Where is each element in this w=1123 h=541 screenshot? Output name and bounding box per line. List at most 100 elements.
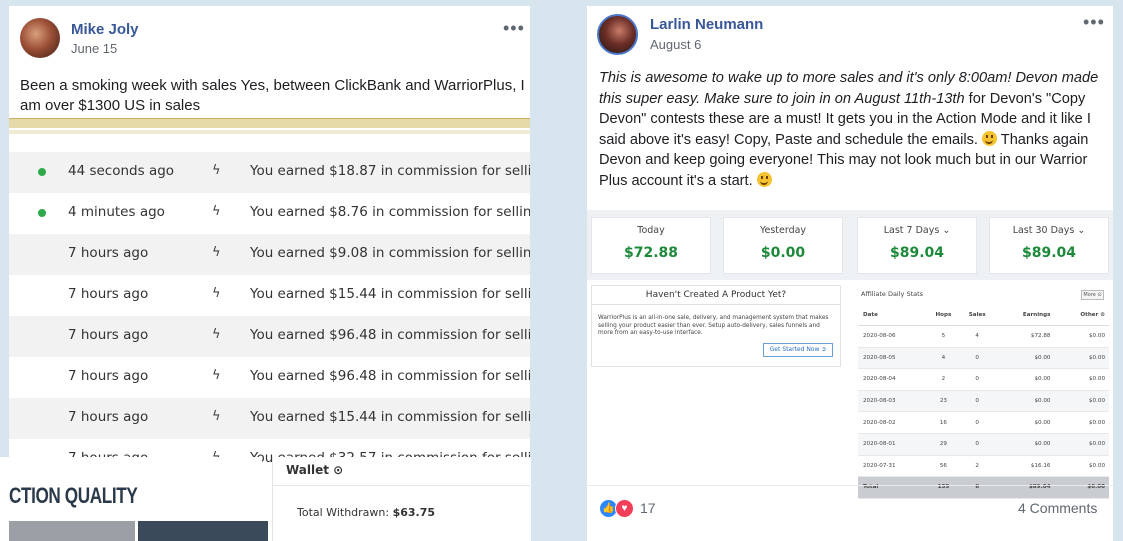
commission-text: You earned $15.44 in commission for sell… bbox=[250, 409, 530, 425]
lightning-icon: ϟ bbox=[212, 368, 221, 383]
stat-yesterday-value: $0.00 bbox=[760, 245, 806, 261]
table-cell-other: $0.00 bbox=[1054, 347, 1109, 370]
create-product-divider bbox=[591, 304, 841, 305]
table-cell-date: 2020-08-04 bbox=[858, 368, 928, 391]
table-cell-date: 2020-08-06 bbox=[858, 325, 928, 348]
table-header-hops: Hops bbox=[927, 304, 960, 326]
online-status-dot-icon bbox=[38, 209, 46, 217]
lightning-icon: ϟ bbox=[212, 409, 221, 424]
table-cell-hops: 56 bbox=[927, 455, 960, 478]
vendor-tab-button[interactable] bbox=[9, 521, 135, 541]
commission-time: 7 hours ago bbox=[68, 409, 149, 425]
smile-emoji-icon bbox=[756, 171, 772, 187]
commission-time: 44 seconds ago bbox=[68, 163, 175, 179]
stat-today-label: Today bbox=[637, 225, 665, 236]
commission-row: 4 minutes ago ϟ You earned $8.76 in commis… bbox=[9, 193, 530, 234]
table-cell-sales: 4 bbox=[959, 325, 995, 348]
table-cell-hops: 5 bbox=[927, 325, 960, 348]
affiliate-stats-body: 2020-08-06 5 4 $72.88 $0.00 2020-08-05 4 0 $0.00… bbox=[858, 325, 1109, 499]
lightning-icon: ϟ bbox=[212, 245, 221, 260]
smile-emoji-icon bbox=[981, 130, 997, 146]
stat-today-value: $72.88 bbox=[623, 245, 679, 261]
table-total-hops: 135 bbox=[927, 476, 960, 499]
table-header-other: Other ⊙ bbox=[1054, 304, 1109, 326]
table-row: 2020-08-02 16 0 $0.00 $0.00 bbox=[858, 411, 1109, 434]
commission-message: You earned $96.48 in commission for sell… bbox=[250, 327, 530, 343]
stat-last-30-days[interactable]: Last 30 Days ⌄ $89.04 bbox=[989, 217, 1109, 274]
table-cell-earnings: $0.00 bbox=[994, 368, 1055, 391]
commission-text: You earned $18.87 in commission for sell… bbox=[250, 163, 530, 179]
right-post-author[interactable]: Larlin Neumann bbox=[650, 16, 763, 33]
table-cell-date: 2020-08-05 bbox=[858, 347, 928, 370]
table-total-earnings: $89.04 bbox=[994, 476, 1055, 499]
total-withdrawn: Total Withdrawn: $63.75 bbox=[297, 506, 435, 519]
lightning-icon: ϟ bbox=[212, 286, 221, 301]
wallet-divider bbox=[272, 485, 530, 486]
stat-last-7-days-value: $89.04 bbox=[889, 245, 945, 261]
table-total-other: $0.00 bbox=[1054, 476, 1109, 499]
commission-message: You earned $8.76 in commission for selli… bbox=[250, 204, 530, 220]
table-header-sales: Sales bbox=[959, 304, 995, 326]
wallet-title: Wallet ⊙ bbox=[286, 463, 344, 477]
table-cell-other: $0.00 bbox=[1054, 455, 1109, 478]
commission-row: 44 seconds ago ϟ You earned $18.87 in comm… bbox=[9, 152, 530, 193]
commission-message: You earned $18.87 in commission for sell… bbox=[250, 163, 530, 179]
commission-time: 7 hours ago bbox=[68, 286, 149, 302]
commission-row: 7 hours ago ϟ You earned $96.48 in commiss… bbox=[9, 316, 530, 357]
comments-count[interactable]: 4 Comments bbox=[1018, 500, 1097, 516]
table-cell-other: $0.00 bbox=[1054, 411, 1109, 434]
table-cell-hops: 29 bbox=[927, 433, 960, 456]
love-reaction-icon[interactable]: ♥ bbox=[615, 499, 634, 518]
commission-text: You earned $96.48 in commission for sell… bbox=[250, 368, 530, 384]
table-cell-hops: 16 bbox=[927, 411, 960, 434]
table-cell-date: 2020-08-02 bbox=[858, 411, 928, 434]
table-cell-earnings: $0.00 bbox=[994, 411, 1055, 434]
table-row: 2020-07-31 56 2 $16.16 $0.00 bbox=[858, 455, 1109, 478]
stat-last-30-days-value: $89.04 bbox=[1021, 245, 1077, 261]
commission-time: 4 minutes ago bbox=[68, 204, 165, 220]
commission-row: 7 hours ago ϟ You earned $96.48 in commiss… bbox=[9, 357, 530, 398]
table-cell-sales: 0 bbox=[959, 433, 995, 456]
affiliate-stats-table: Date Hops Sales Earnings Other ⊙ 2020-08… bbox=[858, 304, 1109, 499]
stat-last-30-days-label[interactable]: Last 30 Days ⌄ bbox=[990, 225, 1108, 236]
commission-message: You earned $96.48 in commission for sell… bbox=[250, 368, 530, 384]
larlin-neumann-avatar[interactable] bbox=[597, 14, 638, 55]
table-cell-sales: 0 bbox=[959, 347, 995, 370]
table-cell-hops: 23 bbox=[927, 390, 960, 413]
commission-time: 7 hours ago bbox=[68, 245, 149, 261]
stat-last-7-days[interactable]: Last 7 Days ⌄ $89.04 bbox=[857, 217, 977, 274]
action-quality-title: CTION QUALITY bbox=[9, 483, 138, 508]
create-product-description: WarriorPlus is an all-in-one sale, deliv… bbox=[598, 315, 829, 336]
right-post-text: This is awesome to wake up to more sales… bbox=[599, 68, 1099, 191]
commission-message: You earned $9.08 in commission for selli… bbox=[250, 245, 530, 261]
stat-yesterday: Yesterday $0.00 bbox=[723, 217, 843, 274]
table-cell-earnings: $0.00 bbox=[994, 347, 1055, 370]
more-options-icon[interactable]: ••• bbox=[1083, 12, 1105, 33]
commission-row: 7 hours ago ϟ You earned $15.44 in commiss… bbox=[9, 275, 530, 316]
table-cell-sales: 0 bbox=[959, 390, 995, 413]
table-cell-date: 2020-07-31 bbox=[858, 455, 928, 478]
affiliate-more-button[interactable]: More ⊙ bbox=[1081, 290, 1104, 300]
table-row: 2020-08-06 5 4 $72.88 $0.00 bbox=[858, 325, 1109, 348]
table-row: 2020-08-05 4 0 $0.00 $0.00 bbox=[858, 347, 1109, 370]
table-cell-other: $0.00 bbox=[1054, 368, 1109, 391]
stat-today: Today $72.88 bbox=[591, 217, 711, 274]
commission-row: 7 hours ago ϟ You earned $15.44 in commiss… bbox=[9, 398, 530, 439]
table-cell-earnings: $0.00 bbox=[994, 390, 1055, 413]
table-cell-date: 2020-08-03 bbox=[858, 390, 928, 413]
commission-time: 7 hours ago bbox=[68, 368, 149, 384]
table-cell-sales: 2 bbox=[959, 455, 995, 478]
commission-row: 7 hours ago ϟ You earned $9.08 in commissi… bbox=[9, 234, 530, 275]
lightning-icon: ϟ bbox=[212, 204, 221, 219]
affiliate-tab-button[interactable] bbox=[138, 521, 268, 541]
commission-message: You earned $15.44 in commission for sell… bbox=[250, 409, 530, 425]
table-total-date: Total bbox=[858, 476, 928, 499]
table-cell-earnings: $0.00 bbox=[994, 433, 1055, 456]
stat-last-7-days-label[interactable]: Last 7 Days ⌄ bbox=[858, 225, 976, 236]
lightning-icon: ϟ bbox=[212, 163, 221, 178]
get-started-button[interactable]: Get Started Now ➲ bbox=[763, 343, 833, 357]
table-cell-sales: 0 bbox=[959, 368, 995, 391]
reactions-count[interactable]: 17 bbox=[640, 500, 656, 516]
affiliate-stats-title: Affiliate Daily Stats bbox=[861, 290, 924, 298]
right-post-date[interactable]: August 6 bbox=[650, 37, 701, 52]
